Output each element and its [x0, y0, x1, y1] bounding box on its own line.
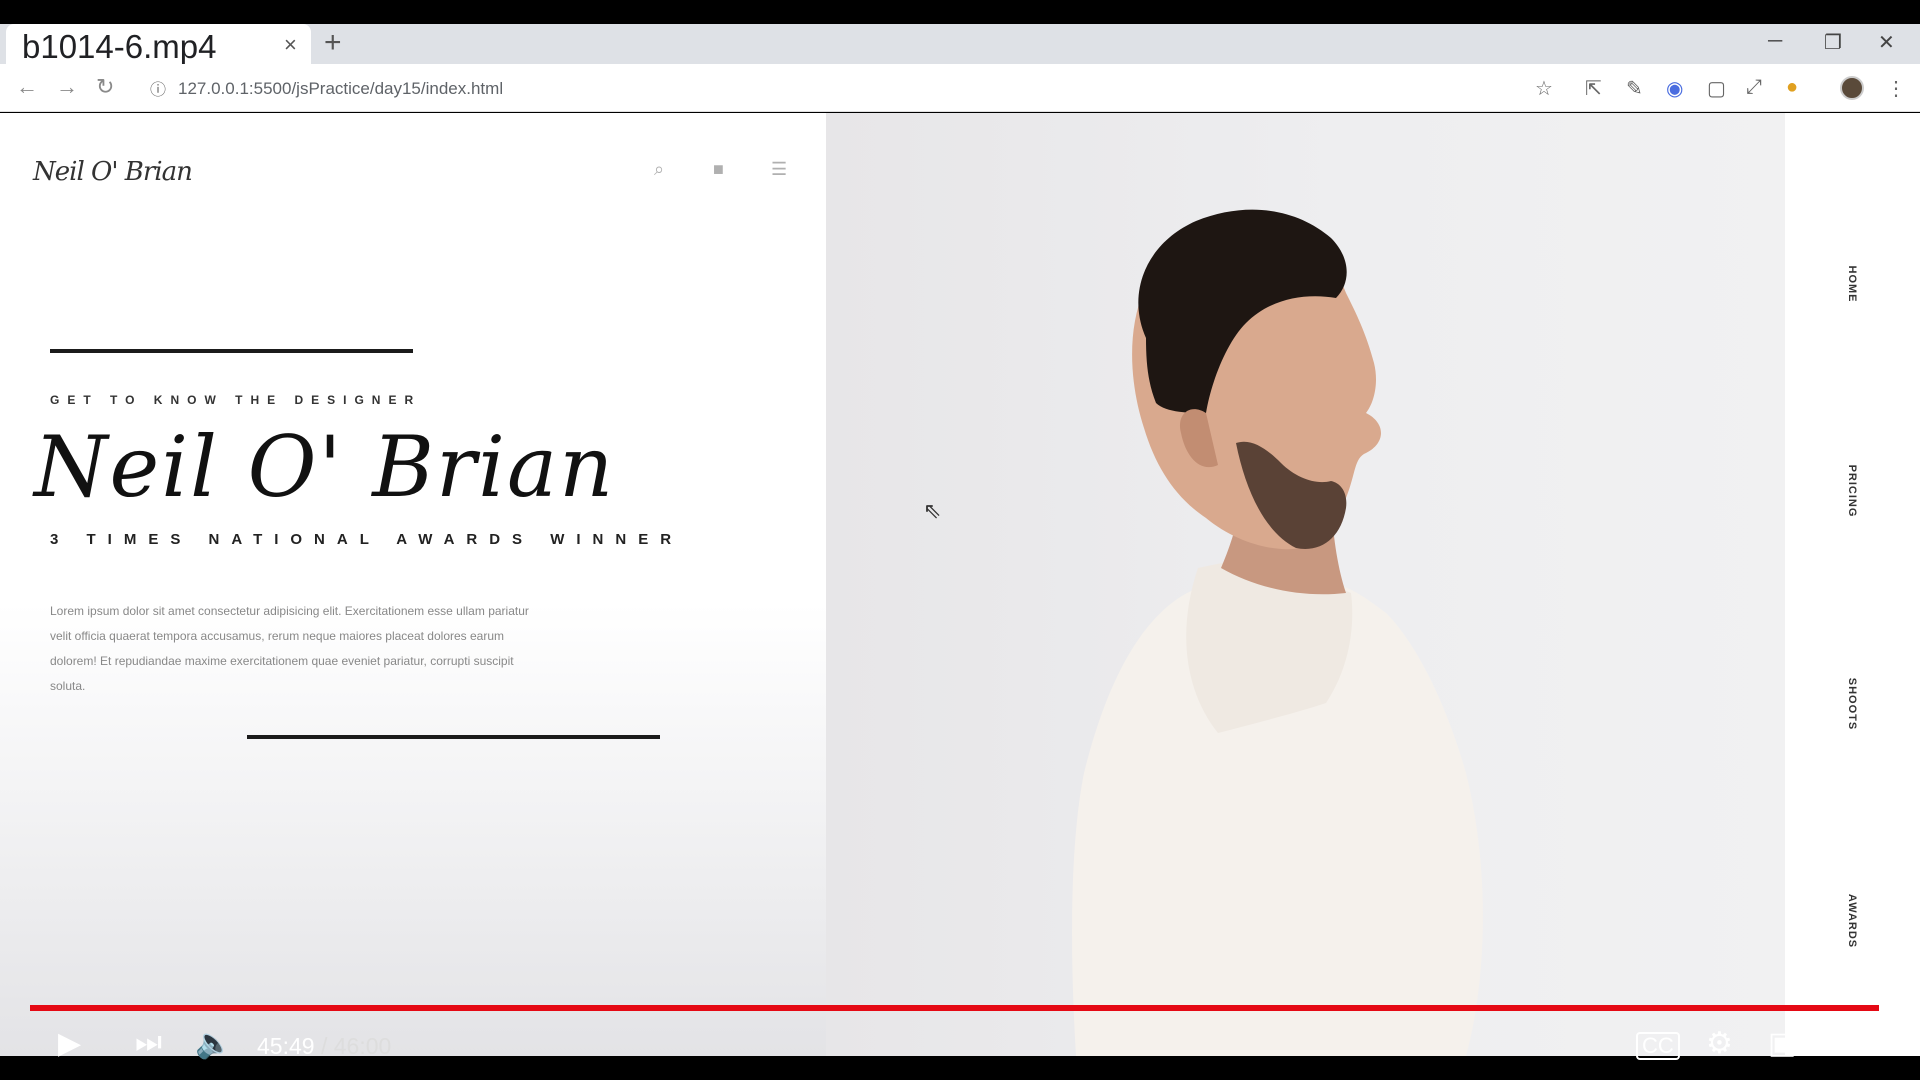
- portrait-photo: ⇖: [826, 113, 1785, 1056]
- eyebrow-text: GET TO KNOW THE DESIGNER: [50, 393, 422, 407]
- miniplayer-icon[interactable]: ▣: [1768, 1026, 1796, 1061]
- progress-fill: [30, 1005, 1879, 1011]
- search-icon[interactable]: ⌕: [654, 159, 664, 180]
- designer-name: Neil O' Brian: [34, 418, 616, 516]
- url-input[interactable]: 127.0.0.1:5500/jsPractice/day15/index.ht…: [178, 79, 503, 99]
- player-controls: ▶ ⏭ 🔈 45:49 / 46:00 CC ⚙ ▣ ⤡: [0, 1016, 1920, 1080]
- nav-item-awards[interactable]: AWARDS: [1846, 894, 1858, 948]
- play-icon[interactable]: ▶: [58, 1026, 81, 1061]
- intro-panel: Neil O' Brian ⌕ ■ ☰ GET TO KNOW THE DESI…: [0, 113, 826, 1056]
- nav-item-shoots[interactable]: SHOOTS: [1846, 678, 1858, 730]
- divider-top: [50, 349, 413, 353]
- minimize-icon[interactable]: ─: [1768, 30, 1782, 53]
- progress-bar[interactable]: [30, 1005, 1886, 1011]
- video-player: { "browser": { "tab_title": "b1014-6.mp4…: [0, 0, 1920, 1080]
- tab-title: b1014-6.mp4: [22, 28, 217, 65]
- time-display: 45:49 / 46:00: [257, 1033, 391, 1060]
- divider-bottom: [247, 735, 660, 739]
- bag-icon[interactable]: ■: [713, 159, 724, 180]
- intro-paragraph: Lorem ipsum dolor sit amet consectetur a…: [50, 604, 529, 693]
- nav-item-pricing[interactable]: PRICING: [1846, 465, 1858, 518]
- tab-close-icon[interactable]: ×: [284, 32, 297, 58]
- new-tab-icon[interactable]: +: [324, 26, 342, 60]
- portrait-illustration: [1072, 209, 1483, 1056]
- reload-icon[interactable]: ↻: [96, 74, 114, 100]
- exit-fullscreen-icon[interactable]: ⤡: [1840, 1026, 1864, 1060]
- extension-icon[interactable]: ⤢: [1746, 76, 1762, 99]
- extension-icon[interactable]: ◉: [1666, 76, 1683, 101]
- nav-item-home[interactable]: HOME: [1846, 266, 1858, 303]
- forward-icon[interactable]: →: [56, 74, 78, 100]
- awards-tagline: 3 TIMES NATIONAL AWARDS WINNER: [50, 531, 684, 548]
- profile-avatar[interactable]: [1840, 76, 1864, 100]
- site-info-icon[interactable]: ⓘ: [150, 76, 166, 100]
- current-time: 45:49: [257, 1033, 315, 1059]
- mouse-cursor: ⇖: [923, 498, 942, 523]
- restore-icon[interactable]: ❐: [1824, 30, 1842, 55]
- duration: 46:00: [333, 1033, 392, 1059]
- eyedropper-icon[interactable]: ✎: [1626, 76, 1643, 101]
- extension-icon[interactable]: ⇱: [1585, 76, 1602, 101]
- extension-icon[interactable]: ●: [1786, 76, 1798, 99]
- close-window-icon[interactable]: ✕: [1878, 30, 1895, 55]
- more-options-icon[interactable]: ⋮: [1886, 76, 1906, 101]
- next-icon[interactable]: ⏭: [135, 1026, 162, 1060]
- site-logo[interactable]: Neil O' Brian: [33, 157, 193, 187]
- captions-icon[interactable]: CC: [1636, 1032, 1680, 1060]
- address-bar: ← → ↻ ⓘ 127.0.0.1:5500/jsPractice/day15/…: [0, 64, 1920, 112]
- back-icon[interactable]: ←: [16, 74, 38, 100]
- volume-icon[interactable]: 🔈: [195, 1026, 232, 1061]
- vertical-nav: HOME PRICING SHOOTS AWARDS: [1785, 113, 1920, 1056]
- browser-tab-bar: b1014-6.mp4 × + ─ ❐ ✕: [0, 24, 1920, 65]
- bookmark-star-icon[interactable]: ☆: [1535, 76, 1553, 101]
- extension-icon[interactable]: ▢: [1707, 76, 1726, 101]
- time-separator: /: [320, 1033, 328, 1059]
- settings-gear-icon[interactable]: ⚙: [1706, 1026, 1733, 1061]
- page-viewport: Neil O' Brian ⌕ ■ ☰ GET TO KNOW THE DESI…: [0, 113, 1920, 1056]
- browser-tab[interactable]: b1014-6.mp4 ×: [6, 24, 311, 65]
- menu-icon[interactable]: ☰: [771, 159, 787, 180]
